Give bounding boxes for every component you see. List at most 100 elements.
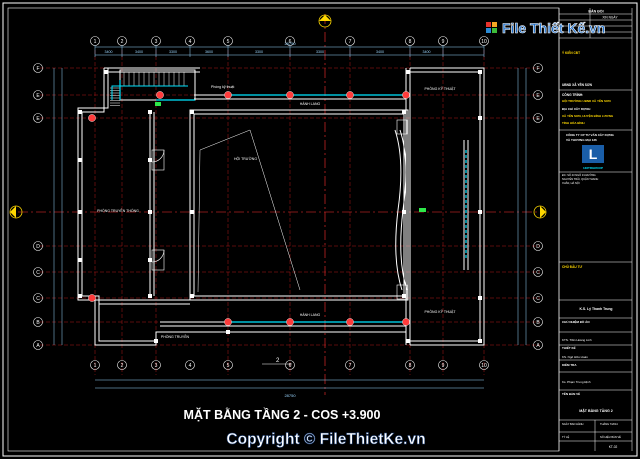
- column: [88, 114, 96, 122]
- svg-text:10: 10: [481, 39, 487, 45]
- wall-column: [478, 116, 482, 120]
- watermark-logo-text: File Thiết Kế.vn: [502, 20, 605, 36]
- column: [286, 318, 294, 326]
- svg-text:E: E: [36, 93, 40, 99]
- svg-text:C: C: [536, 270, 540, 276]
- stage-lines: [197, 129, 301, 293]
- columns: [78, 70, 482, 343]
- svg-text:D: D: [536, 244, 540, 250]
- tb-checker-role: KIỂM TRA: [562, 362, 577, 367]
- svg-text:C: C: [36, 296, 40, 302]
- axis-bubble-7: 7: [345, 36, 355, 46]
- svg-text:7: 7: [349, 363, 352, 369]
- axis-bubble-2: 2: [117, 360, 127, 370]
- tb-director-role: CHỦ NHIỆM ĐỒ ÁN: [562, 319, 590, 324]
- tb-address: ĐC: SỐ 43 NGÕ 31 ĐƯỜNG NGUYỄN TRÃI, QUẬN…: [562, 172, 599, 185]
- company-logo: L 136TRGROUP: [582, 145, 604, 170]
- svg-text:B: B: [36, 320, 40, 326]
- svg-text:E: E: [36, 116, 40, 122]
- wall-column: [78, 258, 82, 262]
- svg-text:5: 5: [227, 363, 230, 369]
- column: [156, 91, 164, 99]
- wall-column: [148, 110, 152, 114]
- wall-column: [402, 110, 406, 114]
- wall-column: [148, 258, 152, 262]
- wall-column: [402, 210, 406, 214]
- wall-column: [406, 70, 410, 74]
- tb-scale-label: TỶ LỆ: [562, 434, 569, 439]
- svg-text:1: 1: [94, 39, 97, 45]
- tb-project-label: CÔNG TRÌNH:: [562, 92, 583, 97]
- svg-text:B: B: [536, 320, 540, 326]
- svg-text:3: 3: [155, 39, 158, 45]
- svg-text:5: 5: [227, 39, 230, 45]
- watermark-logo: File Thiết Kế.vn: [486, 20, 606, 36]
- axis-bubble-9: 9: [438, 36, 448, 46]
- axis-bubble-1: 1: [90, 36, 100, 46]
- drawing-title: MẶT BẰNG TẦNG 2 - COS +3.900: [184, 407, 381, 422]
- overall-dimension-bottom: 28750: [284, 393, 296, 398]
- axis-bubble-8: 8: [405, 36, 415, 46]
- tb-project-value: HỘI TRƯỜNG UBND XÃ YÊN SƠN: [562, 98, 611, 103]
- wall-column: [78, 158, 82, 162]
- axis-bubble-2: 2: [117, 36, 127, 46]
- wall-column: [478, 339, 482, 343]
- svg-text:10: 10: [481, 363, 487, 369]
- svg-text:A: A: [536, 343, 540, 349]
- wall-column: [226, 330, 230, 334]
- tb-sheet-name: MẶT BẰNG TẦNG 2: [579, 408, 613, 413]
- svg-text:2: 2: [121, 363, 124, 369]
- dimension-label: 3300: [316, 50, 324, 54]
- room-label-corridor-top: HÀNH LANG: [300, 102, 321, 106]
- axis-bubble-10: 10: [479, 36, 489, 46]
- wall-column: [104, 70, 108, 74]
- room-label-bottom-left: PHÒNG TRUYỀN: [161, 334, 190, 339]
- svg-text:D: D: [36, 244, 40, 250]
- room-label-hall-left: PHÒNG TRUYỀN THỐNG: [97, 208, 139, 213]
- axis-bubble-5: 5: [223, 360, 233, 370]
- tb-date-label: NGÀY BAN HÀNH: [562, 422, 584, 426]
- dimension-label: 3400: [105, 50, 113, 54]
- tb-sheet-name-label: TÊN BẢN VẼ: [562, 391, 580, 396]
- tb-designer-name: KTS. Trần Hoàng Linh: [562, 338, 592, 342]
- axis-bubble-5: 5: [223, 36, 233, 46]
- wall-column: [190, 110, 194, 114]
- room-label-stair: Phòng kỹ thuật: [211, 85, 234, 89]
- svg-text:6: 6: [289, 363, 292, 369]
- wall-column: [148, 158, 152, 162]
- wall-column: [478, 210, 482, 214]
- svg-text:L: L: [589, 146, 598, 162]
- room-label-right-top: PHÒNG KỸ THUẬT: [424, 86, 456, 91]
- dimension-label: 3300: [255, 50, 263, 54]
- tb-designer-role: THIẾT KẾ: [562, 345, 576, 350]
- wall-column: [190, 210, 194, 214]
- title-block: BẢN ĐỔI XIN NGÀY Ý KIẾN CĐT UBND XÃ YÊN …: [558, 8, 633, 451]
- wall-column: [148, 294, 152, 298]
- tb-header: BẢN ĐỔI: [588, 9, 603, 14]
- svg-text:4: 4: [189, 39, 192, 45]
- column: [346, 91, 354, 99]
- tb-date-value: THÁNG 7/2014: [600, 422, 618, 426]
- svg-text:9: 9: [442, 363, 445, 369]
- column: [402, 91, 410, 99]
- axis-bubble-4: 4: [185, 360, 195, 370]
- axis-bubbles-bottom: 1 2 3 4 5 6 7 8 9 10: [90, 360, 489, 370]
- svg-text:8: 8: [409, 39, 412, 45]
- level-marks: [155, 102, 426, 212]
- axis-bubble-1: 1: [90, 360, 100, 370]
- column: [346, 318, 354, 326]
- axis-bubble-9: 9: [438, 360, 448, 370]
- column: [88, 294, 96, 302]
- tb-approval-label: Ý KIẾN CĐT: [562, 50, 580, 55]
- copyright-watermark: Copyright © FileThietKe.vn: [226, 431, 425, 448]
- windows: [119, 80, 467, 323]
- wall-column: [154, 339, 158, 343]
- section-marker-top: [318, 14, 332, 28]
- svg-text:3: 3: [155, 363, 158, 369]
- dimension-label: 3300: [169, 50, 177, 54]
- svg-text:E: E: [536, 116, 540, 122]
- svg-text:4: 4: [189, 363, 192, 369]
- dimension-label: 3400: [376, 50, 384, 54]
- svg-text:2: 2: [121, 39, 124, 45]
- tb-province: TỈNH HÒA BÌNH: [562, 120, 585, 125]
